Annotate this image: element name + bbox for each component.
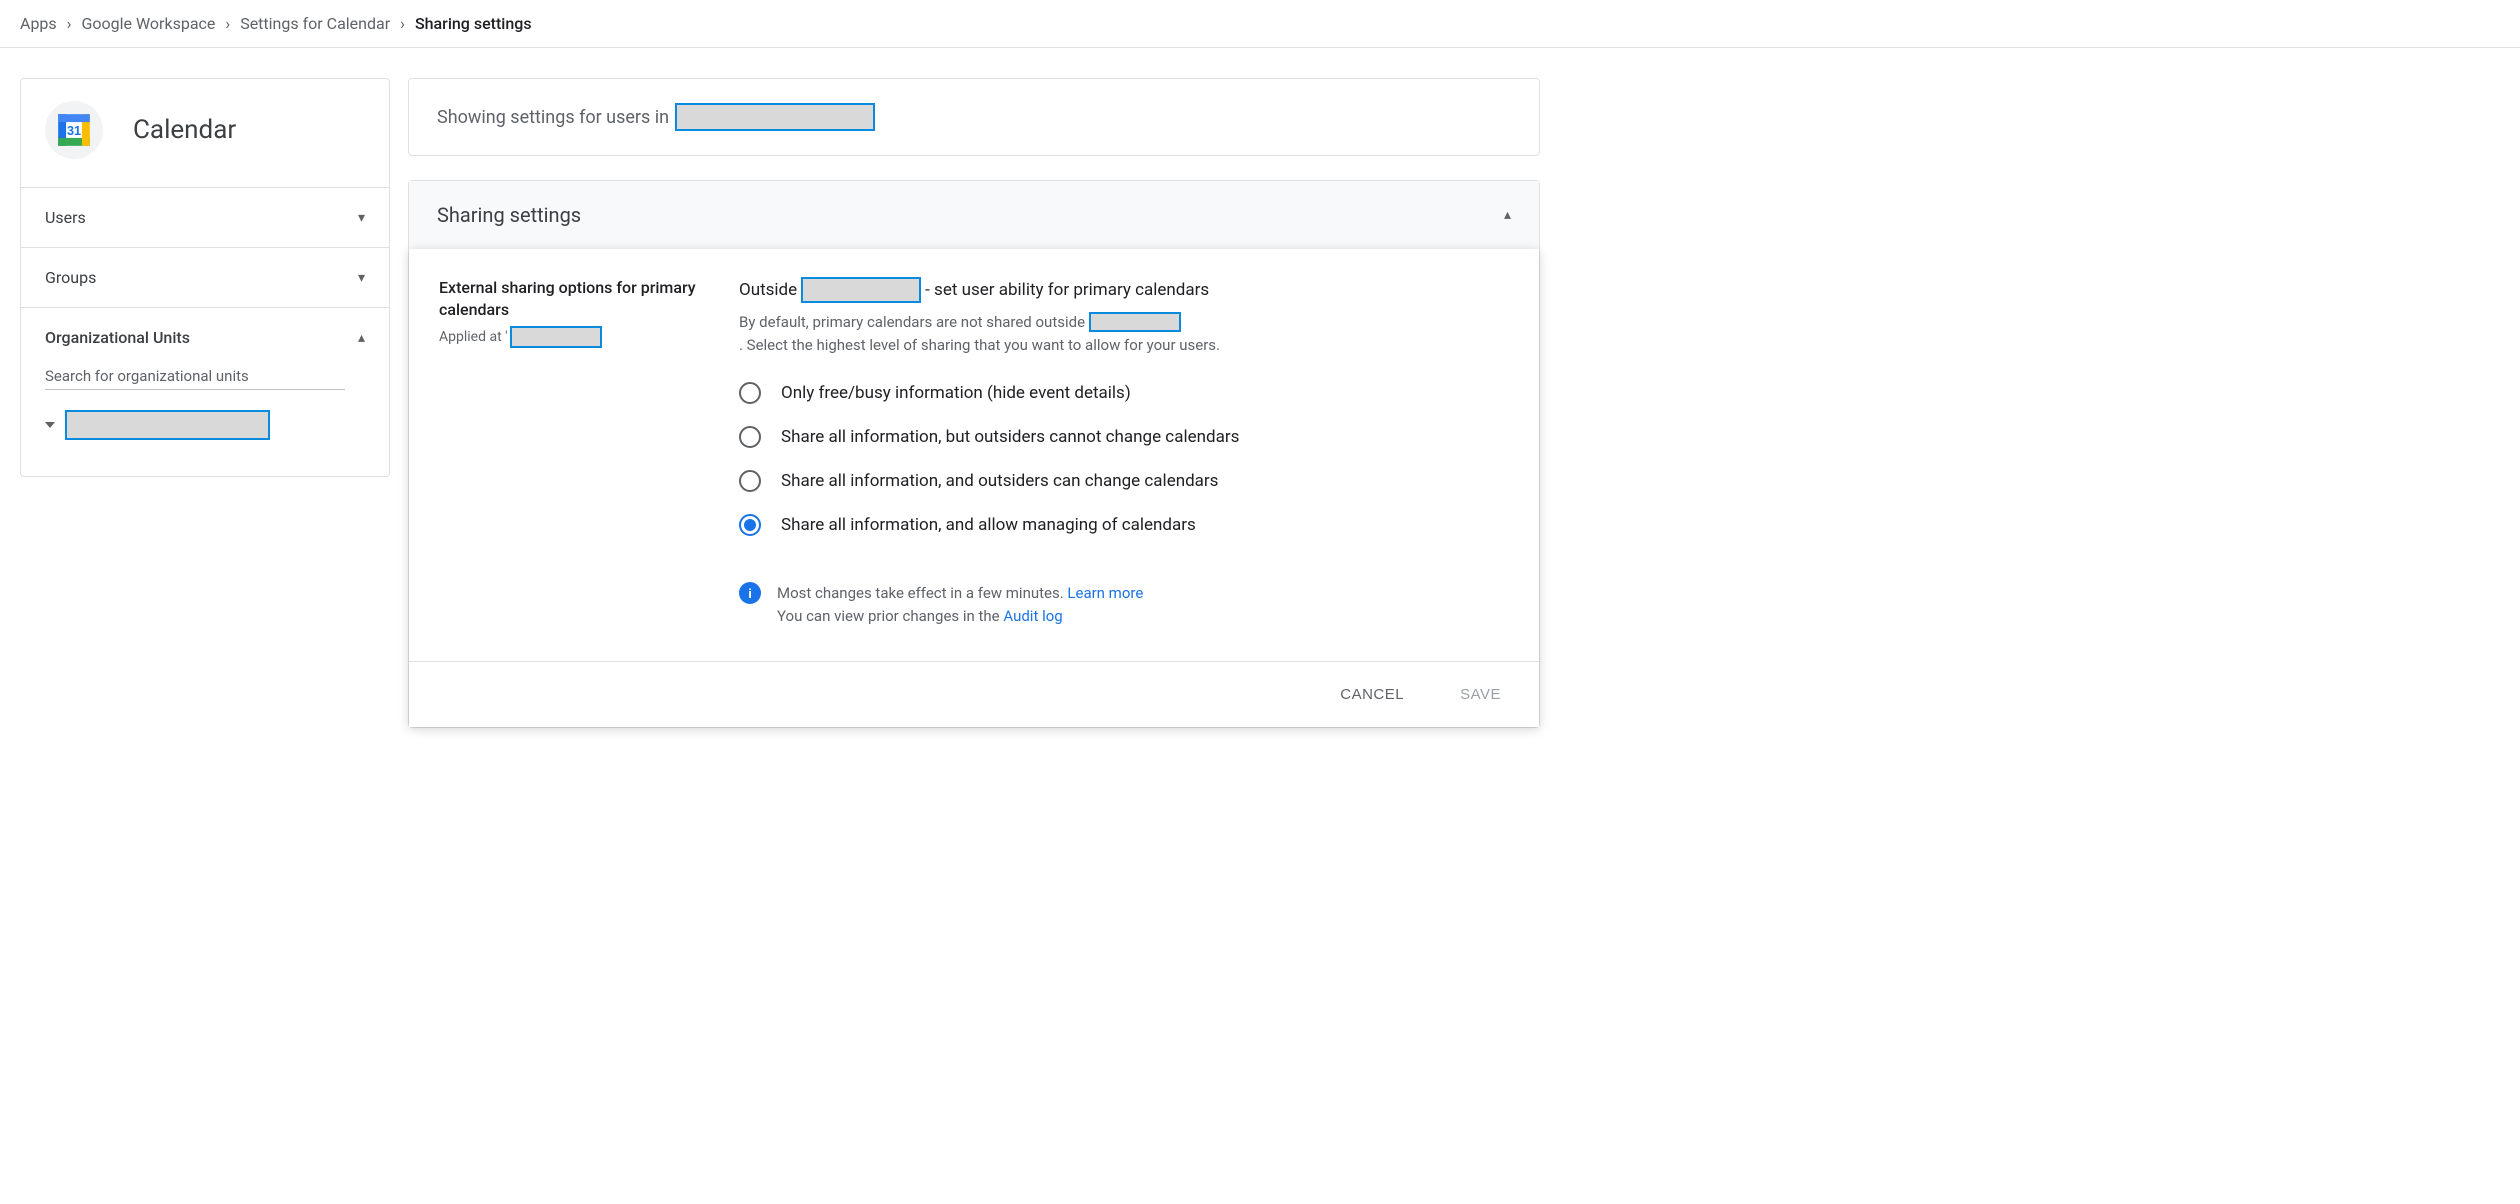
- redacted-scope-value[interactable]: [675, 103, 875, 131]
- ou-search-label: Search for organizational units: [45, 367, 365, 389]
- chevron-right-icon: ›: [225, 14, 230, 33]
- option-free-busy[interactable]: Only free/busy information (hide event d…: [739, 382, 1509, 404]
- svg-text:31: 31: [67, 124, 81, 138]
- sidebar-item-label: Groups: [45, 268, 96, 287]
- sidebar-header: 31 Calendar: [21, 79, 389, 188]
- option-label: Share all information, but outsiders can…: [781, 427, 1239, 447]
- option-label: Only free/busy information (hide event d…: [781, 383, 1131, 403]
- option-share-manage[interactable]: Share all information, and allow managin…: [739, 514, 1509, 536]
- chevron-down-icon: ▾: [358, 270, 365, 286]
- chevron-up-icon: ▴: [358, 330, 365, 346]
- sidebar-item-groups[interactable]: Groups ▾: [21, 248, 389, 308]
- chevron-right-icon: ›: [67, 14, 72, 33]
- redacted-applied-value: [510, 326, 602, 348]
- breadcrumb-settings-calendar[interactable]: Settings for Calendar: [240, 14, 390, 33]
- radio-icon-selected[interactable]: [739, 514, 761, 536]
- cancel-button[interactable]: CANCEL: [1332, 682, 1412, 707]
- redacted-org-name[interactable]: [65, 410, 270, 440]
- chevron-up-icon[interactable]: ▴: [1504, 207, 1511, 223]
- option-label: Share all information, and allow managin…: [781, 515, 1196, 535]
- caret-down-icon[interactable]: [45, 422, 55, 428]
- calendar-icon: 31: [45, 101, 103, 159]
- breadcrumb-current: Sharing settings: [415, 14, 532, 33]
- info-icon: i: [739, 582, 761, 604]
- ou-search-input[interactable]: [45, 389, 345, 390]
- scope-card: Showing settings for users in: [408, 78, 1540, 156]
- panel-right: Outside - set user ability for primary c…: [739, 277, 1509, 627]
- sidebar-item-label: Users: [45, 208, 86, 227]
- sharing-options: Only free/busy information (hide event d…: [739, 382, 1509, 536]
- external-sharing-panel: External sharing options for primary cal…: [409, 249, 1539, 727]
- option-share-edit[interactable]: Share all information, and outsiders can…: [739, 470, 1509, 492]
- outside-description: By default, primary calendars are not sh…: [739, 311, 1509, 356]
- radio-icon[interactable]: [739, 470, 761, 492]
- sidebar-item-org-units[interactable]: Organizational Units ▴: [21, 308, 389, 367]
- breadcrumb-workspace[interactable]: Google Workspace: [81, 14, 215, 33]
- sidebar: 31 Calendar Users ▾ Groups ▾ Organizatio…: [20, 78, 390, 477]
- chevron-right-icon: ›: [400, 14, 405, 33]
- audit-log-link[interactable]: Audit log: [1003, 607, 1062, 625]
- breadcrumb: Apps › Google Workspace › Settings for C…: [0, 0, 2520, 48]
- info-text: Most changes take effect in a few minute…: [777, 582, 1143, 627]
- ou-tree-root[interactable]: [45, 410, 365, 440]
- info-block: i Most changes take effect in a few minu…: [739, 582, 1509, 627]
- sidebar-title: Calendar: [133, 115, 236, 145]
- option-label: Share all information, and outsiders can…: [781, 471, 1218, 491]
- org-units-body: Search for organizational units: [21, 367, 389, 476]
- section-header[interactable]: Sharing settings ▴: [409, 181, 1539, 250]
- breadcrumb-apps[interactable]: Apps: [20, 14, 57, 33]
- redacted-domain: [801, 277, 921, 303]
- sidebar-item-label: Organizational Units: [45, 328, 190, 347]
- panel-left-title: External sharing options for primary cal…: [439, 277, 709, 320]
- panel-left: External sharing options for primary cal…: [439, 277, 709, 627]
- radio-icon[interactable]: [739, 382, 761, 404]
- sharing-settings-card: Sharing settings ▴ External sharing opti…: [408, 180, 1540, 728]
- outside-heading: Outside - set user ability for primary c…: [739, 277, 1509, 303]
- radio-icon[interactable]: [739, 426, 761, 448]
- main-content: Showing settings for users in Sharing se…: [408, 78, 1540, 728]
- scope-label: Showing settings for users in: [437, 107, 669, 128]
- section-title: Sharing settings: [437, 203, 581, 227]
- option-share-readonly[interactable]: Share all information, but outsiders can…: [739, 426, 1509, 448]
- save-button[interactable]: SAVE: [1452, 682, 1509, 707]
- learn-more-link[interactable]: Learn more: [1067, 584, 1143, 602]
- sidebar-item-users[interactable]: Users ▾: [21, 188, 389, 248]
- applied-at: Applied at ': [439, 326, 709, 348]
- chevron-down-icon: ▾: [358, 210, 365, 226]
- panel-footer: CANCEL SAVE: [409, 661, 1539, 727]
- redacted-domain: [1089, 312, 1181, 332]
